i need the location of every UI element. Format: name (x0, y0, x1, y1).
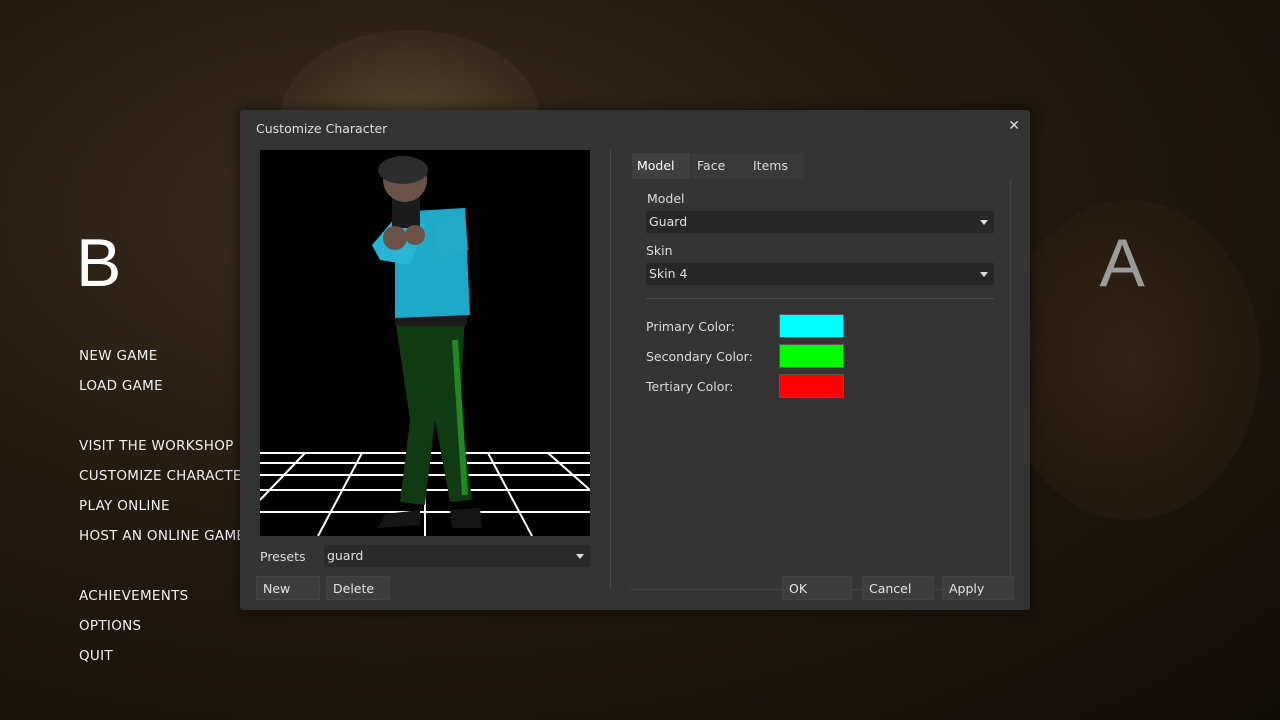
menu-quit[interactable]: QUIT (79, 648, 113, 664)
primary-color-label: Primary Color: (646, 319, 735, 334)
menu-host-online-game[interactable]: HOST AN ONLINE GAME (79, 528, 245, 544)
skin-value: Skin 4 (649, 266, 688, 281)
character-figure (372, 156, 482, 528)
chevron-down-icon (980, 272, 988, 277)
menu-options[interactable]: OPTIONS (79, 618, 141, 634)
apply-button[interactable]: Apply (942, 576, 1014, 600)
ok-button[interactable]: OK (782, 576, 852, 600)
presets-label: Presets (260, 549, 306, 564)
skin-dropdown[interactable]: Skin 4 (646, 263, 994, 285)
presets-dropdown[interactable]: guard (324, 545, 590, 567)
model-dropdown[interactable]: Guard (646, 211, 994, 233)
menu-visit-workshop[interactable]: VISIT THE WORKSHOP (79, 438, 234, 454)
tab-items[interactable]: Items (748, 153, 804, 179)
tab-model[interactable]: Model (632, 153, 690, 179)
model-value: Guard (649, 214, 688, 229)
secondary-color-swatch[interactable] (779, 344, 844, 368)
presets-value: guard (327, 548, 364, 563)
tertiary-color-swatch[interactable] (779, 374, 844, 398)
primary-color-swatch[interactable] (779, 314, 844, 338)
delete-preset-button[interactable]: Delete (326, 576, 390, 600)
section-divider (646, 298, 994, 299)
tab-face[interactable]: Face (692, 153, 748, 179)
model-label: Model (647, 191, 685, 206)
skin-label: Skin (646, 243, 673, 258)
character-model-render (260, 156, 590, 536)
dialog-title: Customize Character (256, 121, 388, 136)
menu-play-online[interactable]: PLAY ONLINE (79, 498, 170, 514)
chevron-down-icon (980, 220, 988, 225)
menu-achievements[interactable]: ACHIEVEMENTS (79, 588, 189, 604)
chevron-down-icon (576, 554, 584, 559)
customize-character-dialog: Customize Character ✕ Presets guard New … (240, 110, 1030, 610)
tertiary-color-label: Tertiary Color: (646, 379, 734, 394)
secondary-color-label: Secondary Color: (646, 349, 753, 364)
menu-new-game[interactable]: NEW GAME (79, 348, 158, 364)
menu-load-game[interactable]: LOAD GAME (79, 378, 163, 394)
menu-customize-character[interactable]: CUSTOMIZE CHARACTER (79, 468, 251, 484)
cancel-button[interactable]: Cancel (862, 576, 934, 600)
divider (610, 150, 611, 588)
character-preview[interactable] (260, 150, 590, 536)
close-icon[interactable]: ✕ (1008, 118, 1020, 134)
new-preset-button[interactable]: New (256, 576, 320, 600)
